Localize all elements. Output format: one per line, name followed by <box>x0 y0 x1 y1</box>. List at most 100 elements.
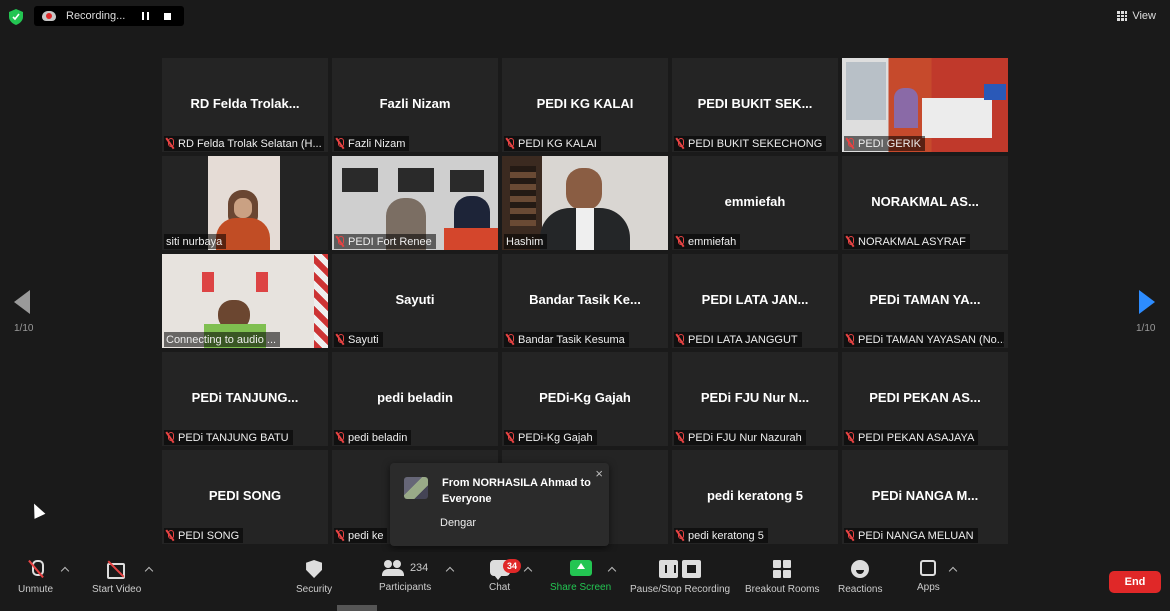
recording-indicator: Recording... <box>34 6 184 26</box>
participant-tile[interactable]: NORAKMAL AS... NORAKMAL ASYRAF <box>842 156 1008 250</box>
muted-mic-icon <box>846 138 854 149</box>
participant-name-label: PEDI GERIK <box>844 136 925 151</box>
participant-display-name: PEDI BUKIT SEK... <box>697 96 813 111</box>
muted-mic-icon <box>676 432 684 443</box>
participant-display-name: Sayuti <box>395 292 435 307</box>
chat-chevron-icon[interactable] <box>523 566 533 576</box>
participant-display-name: PEDI SONG <box>208 488 282 503</box>
participant-name-label: PEDI SONG <box>164 528 244 543</box>
participant-display-name: NORAKMAL AS... <box>871 194 979 209</box>
participant-tile[interactable]: PEDI KG KALAI PEDI KG KALAI <box>502 58 668 152</box>
chat-label: Chat <box>489 582 511 593</box>
audio-options-chevron-icon[interactable] <box>60 566 70 576</box>
participant-name: PEDi TANJUNG BATU <box>178 431 289 444</box>
security-shield-icon <box>9 9 23 25</box>
participant-tile[interactable]: PEDi TAMAN YA... PEDi TAMAN YAYASAN (No..… <box>842 254 1008 348</box>
participant-tile[interactable]: Connecting to audio ... <box>162 254 328 348</box>
participant-name-label: Bandar Tasik Kesuma <box>504 332 629 347</box>
microphone-muted-icon <box>26 560 46 578</box>
pause-stop-recording-button[interactable]: Pause/Stop Recording <box>630 560 730 595</box>
participant-tile[interactable]: pedi keratong 5 pedi keratong 5 <box>672 450 838 544</box>
participant-display-name: Fazli Nizam <box>379 96 451 111</box>
participant-tile[interactable]: emmiefah emmiefah <box>672 156 838 250</box>
share-screen-button[interactable]: Share Screen <box>550 560 611 593</box>
share-screen-icon <box>569 560 592 576</box>
video-options-chevron-icon[interactable] <box>144 566 154 576</box>
muted-mic-icon <box>336 236 344 247</box>
scrollbar[interactable] <box>337 605 377 611</box>
participant-name-label: PEDI BUKIT SEKECHONG <box>674 136 827 151</box>
unmute-button[interactable]: Unmute <box>18 560 53 595</box>
participant-name: PEDI PEKAN ASAJAYA <box>858 431 975 444</box>
participant-display-name: Bandar Tasik Ke... <box>529 292 641 307</box>
chat-unread-badge: 34 <box>503 559 521 573</box>
reactions-button[interactable]: Reactions <box>838 560 882 595</box>
reactions-label: Reactions <box>838 584 883 595</box>
participant-tile[interactable]: RD Felda Trolak... RD Felda Trolak Selata… <box>162 58 328 152</box>
participant-name-label: pedi ke <box>334 528 388 543</box>
participant-tile[interactable]: pedi beladin pedi beladin <box>332 352 498 446</box>
participant-tile[interactable]: PEDi-Kg Gajah PEDi-Kg Gajah <box>502 352 668 446</box>
participant-name-label: RD Felda Trolak Selatan (H... <box>164 136 324 151</box>
participant-tile[interactable]: PEDi TANJUNG... PEDi TANJUNG BATU <box>162 352 328 446</box>
participant-tile[interactable]: Hashim <box>502 156 668 250</box>
participant-name: PEDi-Kg Gajah <box>518 431 593 444</box>
previous-page-icon[interactable] <box>14 290 30 314</box>
breakout-rooms-button[interactable]: Breakout Rooms <box>745 560 819 595</box>
participant-name: Bandar Tasik Kesuma <box>518 333 625 346</box>
participant-tile[interactable]: PEDI Fort Renee <box>332 156 498 250</box>
muted-mic-icon <box>846 334 854 345</box>
participant-tile[interactable]: siti nurbaya <box>162 156 328 250</box>
participant-tile[interactable]: Fazli Nizam Fazli Nizam <box>332 58 498 152</box>
muted-mic-icon <box>846 236 854 247</box>
participant-name: PEDI GERIK <box>858 137 921 150</box>
participant-tile[interactable]: PEDi NANGA M... PEDi NANGA MELUAN <box>842 450 1008 544</box>
participant-name: pedi ke <box>348 529 384 542</box>
participant-display-name: PEDi NANGA M... <box>871 488 979 503</box>
participant-name-label: pedi keratong 5 <box>674 528 768 543</box>
participants-chevron-icon[interactable] <box>445 566 455 576</box>
muted-mic-icon <box>846 432 854 443</box>
participant-name: PEDI BUKIT SEKECHONG <box>688 137 823 150</box>
participant-tile[interactable]: PEDI GERIK <box>842 58 1008 152</box>
participant-tile[interactable]: PEDi FJU Nur N... PEDi FJU Nur Nazurah <box>672 352 838 446</box>
view-label: View <box>1132 10 1156 22</box>
participant-tile[interactable]: PEDI SONG PEDI SONG <box>162 450 328 544</box>
participant-name: PEDi NANGA MELUAN <box>858 529 974 542</box>
participant-name-label: PEDi TANJUNG BATU <box>164 430 293 445</box>
participant-name-label: pedi beladin <box>334 430 412 445</box>
view-button[interactable]: View <box>1111 6 1162 26</box>
next-page-icon[interactable] <box>1139 290 1155 314</box>
pause-icon <box>141 12 149 20</box>
apps-chevron-icon[interactable] <box>948 566 958 576</box>
participant-display-name: PEDI LATA JAN... <box>701 292 809 307</box>
unmute-label: Unmute <box>18 584 54 595</box>
muted-mic-icon <box>506 138 514 149</box>
pause-stop-icon <box>659 560 702 578</box>
muted-mic-icon <box>676 334 684 345</box>
share-screen-label: Share Screen <box>550 582 612 593</box>
close-icon[interactable]: × <box>595 466 603 481</box>
pause-recording-button[interactable] <box>134 6 156 26</box>
participant-tile[interactable]: PEDI LATA JAN... PEDI LATA JANGGUT <box>672 254 838 348</box>
participant-display-name: PEDI KG KALAI <box>536 96 634 111</box>
meeting-toolbar: Unmute Start Video Security 234 Particip… <box>0 552 1170 611</box>
stop-recording-button[interactable] <box>156 6 178 26</box>
participant-tile[interactable]: PEDI BUKIT SEK... PEDI BUKIT SEKECHONG <box>672 58 838 152</box>
apps-button[interactable]: Apps <box>917 560 940 593</box>
participants-icon <box>381 560 404 576</box>
page-indicator-left: 1/10 <box>14 323 34 334</box>
chat-notification[interactable]: From NORHASILA Ahmad to Everyone Dengar … <box>390 463 609 546</box>
participants-button[interactable]: 234 Participants <box>379 560 431 593</box>
participant-name: PEDI Fort Renee <box>348 235 432 248</box>
apps-label: Apps <box>917 582 940 593</box>
participant-tile[interactable]: Bandar Tasik Ke... Bandar Tasik Kesuma <box>502 254 668 348</box>
participant-name-label: PEDi-Kg Gajah <box>504 430 597 445</box>
participants-label: Participants <box>379 582 432 593</box>
participant-tile[interactable]: Sayuti Sayuti <box>332 254 498 348</box>
start-video-button[interactable]: Start Video <box>92 560 141 595</box>
end-meeting-button[interactable]: End <box>1109 571 1161 593</box>
participant-tile[interactable]: PEDI PEKAN AS... PEDI PEKAN ASAJAYA <box>842 352 1008 446</box>
participant-display-name: PEDI PEKAN AS... <box>869 390 981 405</box>
security-button[interactable]: Security <box>296 560 332 595</box>
